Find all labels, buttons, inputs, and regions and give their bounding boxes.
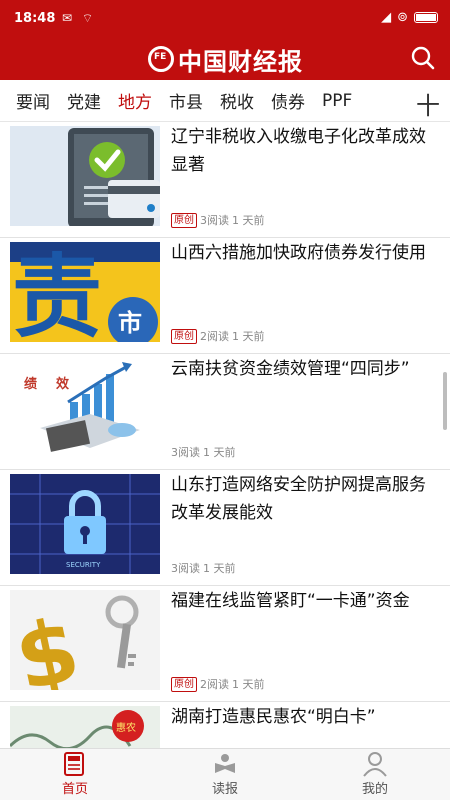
wifi-icon: ⌔ [81, 11, 97, 25]
battery-icon [414, 12, 438, 23]
article-title[interactable]: 福建在线监管紧盯“一卡通”资金 [171, 587, 436, 615]
article-thumbnail: 责 市 [10, 242, 160, 342]
article-meta: 3阅读 1 天前 [171, 444, 236, 460]
nav-label: 读报 [211, 782, 238, 797]
article-title[interactable]: 湖南打造惠民惠农“明白卡” [171, 703, 436, 731]
publish-time: 1 天前 [203, 446, 236, 459]
publish-time: 1 天前 [232, 214, 265, 227]
reader-icon [215, 754, 235, 773]
newspaper-icon [64, 752, 84, 776]
article-title[interactable]: 辽宁非税收入收缴电子化改革成效显著 [171, 123, 436, 179]
search-icon[interactable] [410, 45, 436, 71]
article-title[interactable]: 山西六措施加快政府债券发行使用 [171, 239, 436, 267]
logo-mark-icon: FE [148, 46, 174, 72]
status-time: 18:48 [14, 11, 56, 26]
signal-icon: ◢ [381, 10, 392, 25]
nav-home[interactable]: 首页 [0, 749, 150, 800]
person-icon [363, 752, 387, 777]
read-count: 3阅读 [171, 562, 200, 575]
article-thumbnail: 绩 效 [10, 358, 160, 458]
svg-text:效: 效 [56, 376, 70, 392]
nav-label: 首页 [61, 782, 88, 797]
article-title[interactable]: 云南扶贫资金绩效管理“四同步” [171, 355, 436, 383]
status-bar: 18:48 ✉ ⌔ ◢ ⊚ [0, 0, 450, 38]
read-count: 2阅读 [200, 678, 229, 691]
tab-difang[interactable]: 地方 [118, 88, 152, 113]
original-badge: 原创 [171, 328, 197, 344]
article-thumbnail: 惠农 [10, 706, 160, 748]
tab-zhaiquan[interactable]: 债券 [271, 88, 305, 113]
read-count: 3阅读 [171, 446, 200, 459]
original-badge: 原创 [171, 212, 197, 228]
article-thumbnail: SECURITY [10, 474, 160, 574]
article-list: 辽宁非税收入收缴电子化改革成效显著 原创 3阅读 1 天前 责 市 山西六措施加… [0, 122, 450, 748]
article-item[interactable]: SECURITY 山东打造网络安全防护网提高服务改革发展能效 3阅读 1 天前 [0, 470, 450, 586]
article-item[interactable]: 惠农 湖南打造惠民惠农“明白卡” [0, 702, 450, 748]
tab-dangjian[interactable]: 党建 [67, 88, 101, 113]
svg-text:市: 市 [118, 309, 142, 337]
publish-time: 1 天前 [232, 678, 265, 691]
article-item[interactable]: 绩 效 云南扶贫资金绩效管理“四同步” 3阅读 1 天前 [0, 354, 450, 470]
article-thumbnail [10, 126, 160, 226]
article-title[interactable]: 山东打造网络安全防护网提高服务改革发展能效 [171, 471, 436, 527]
logo-text: 中国财经报 [178, 46, 303, 76]
article-thumbnail: $ [10, 590, 160, 690]
bottom-nav: 首页 读报 我的 [0, 748, 450, 800]
message-icon: ✉ [62, 11, 76, 25]
publish-time: 1 天前 [232, 330, 265, 343]
status-right-icons: ◢ ⊚ [381, 10, 438, 25]
category-tabs: 要闻 党建 地方 市县 税收 债券 PPF 十 [0, 80, 450, 122]
nav-reader[interactable]: 读报 [150, 749, 300, 800]
article-meta: 原创 3阅读 1 天前 [171, 212, 265, 228]
app-header: FE 中国财经报 [0, 38, 450, 80]
publish-time: 1 天前 [203, 562, 236, 575]
add-tab-button[interactable]: 十 [412, 86, 440, 121]
article-item[interactable]: 责 市 山西六措施加快政府债券发行使用 原创 2阅读 1 天前 [0, 238, 450, 354]
tab-shixian[interactable]: 市县 [169, 88, 203, 113]
read-count: 3阅读 [200, 214, 229, 227]
scrollbar[interactable] [443, 372, 447, 430]
svg-text:责: 责 [12, 245, 102, 342]
alarm-icon: ⊚ [397, 10, 408, 25]
svg-text:绩: 绩 [24, 376, 37, 392]
article-item[interactable]: 辽宁非税收入收缴电子化改革成效显著 原创 3阅读 1 天前 [0, 122, 450, 238]
nav-mine[interactable]: 我的 [300, 749, 450, 800]
article-item[interactable]: $ 福建在线监管紧盯“一卡通”资金 原创 2阅读 1 天前 [0, 586, 450, 702]
tab-yaowen[interactable]: 要闻 [16, 88, 50, 113]
app-logo: FE 中国财经报 [148, 44, 303, 76]
original-badge: 原创 [171, 676, 197, 692]
notification-icons: ✉ ⌔ [62, 11, 96, 26]
tab-ppp[interactable]: PPF [322, 91, 352, 111]
read-count: 2阅读 [200, 330, 229, 343]
article-meta: 原创 2阅读 1 天前 [171, 328, 265, 344]
svg-text:惠农: 惠农 [116, 721, 136, 734]
nav-label: 我的 [361, 782, 388, 797]
svg-text:SECURITY: SECURITY [66, 561, 101, 569]
article-meta: 原创 2阅读 1 天前 [171, 676, 265, 692]
tab-shuishou[interactable]: 税收 [220, 88, 254, 113]
article-meta: 3阅读 1 天前 [171, 560, 236, 576]
